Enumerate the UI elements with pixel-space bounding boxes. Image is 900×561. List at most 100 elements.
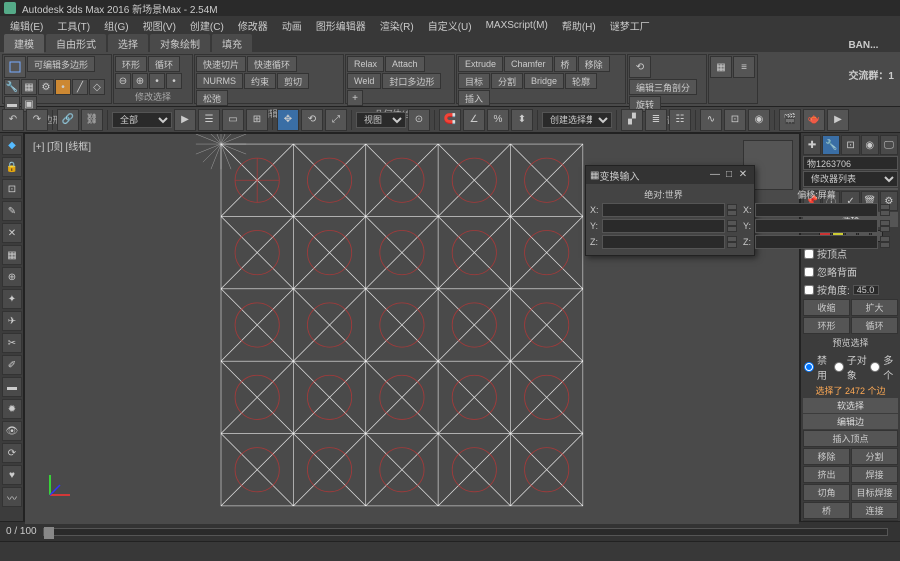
preview-multi-radio[interactable]: [870, 362, 880, 372]
pen-button[interactable]: ✐: [2, 355, 22, 375]
panel-display-tab[interactable]: 🖵: [880, 135, 898, 155]
remove-edge-button[interactable]: 移除: [803, 448, 850, 465]
editable-poly-button[interactable]: [4, 56, 26, 78]
time-slider[interactable]: [43, 528, 888, 536]
off-y-input[interactable]: [755, 219, 878, 233]
abs-x-input[interactable]: [602, 203, 725, 217]
menu-maxscript[interactable]: MAXScript(M): [480, 19, 554, 32]
time-thumb[interactable]: [44, 527, 54, 539]
render-frame-button[interactable]: 🫖: [803, 109, 825, 131]
chamfer-button[interactable]: Chamfer: [504, 56, 553, 72]
grid-button[interactable]: ▦: [2, 245, 22, 265]
ribbon-tab-selection[interactable]: 选择: [108, 34, 148, 53]
scale-button[interactable]: ⤢: [325, 109, 347, 131]
angle-snap-button[interactable]: ∠: [463, 109, 485, 131]
viewport-label[interactable]: [+] [顶] [线框]: [33, 138, 91, 153]
remove-button[interactable]: 移除: [578, 56, 610, 72]
extrude-button[interactable]: Extrude: [458, 56, 503, 72]
constrain-button[interactable]: 约束: [244, 73, 276, 89]
link-button[interactable]: 🔗: [57, 109, 79, 131]
loop-sel-button[interactable]: 循环: [851, 317, 898, 334]
grow-button[interactable]: 扩大: [851, 299, 898, 316]
off-x-input[interactable]: [755, 203, 878, 217]
burst-button[interactable]: ✹: [2, 399, 22, 419]
menu-modifiers[interactable]: 修改器: [232, 17, 274, 34]
menu-animation[interactable]: 动画: [276, 17, 308, 34]
modifier-list-dropdown[interactable]: 修改器列表: [803, 171, 898, 187]
ring-sel-button[interactable]: 环形: [803, 317, 850, 334]
rollout-softsel[interactable]: 软选择: [803, 398, 898, 413]
rollout-editedge[interactable]: 编辑边: [803, 414, 898, 429]
eye-button[interactable]: 👁: [2, 421, 22, 441]
abs-z-input[interactable]: [602, 235, 725, 249]
nurms-button[interactable]: NURMS: [196, 73, 243, 89]
layer-button[interactable]: ☷: [669, 109, 691, 131]
relax-btn[interactable]: 松弛: [196, 90, 228, 106]
move-button[interactable]: ✥: [277, 109, 299, 131]
mirror-button[interactable]: ▞: [621, 109, 643, 131]
by-angle-checkbox[interactable]: [804, 285, 814, 295]
plane-button[interactable]: ✈: [2, 311, 22, 331]
menu-group[interactable]: 组(G): [98, 17, 134, 34]
heart-button[interactable]: ♥: [2, 465, 22, 485]
abs-x-down[interactable]: [727, 210, 737, 216]
schematic-button[interactable]: ⊡: [724, 109, 746, 131]
ribbon-tab-populate[interactable]: 填充: [212, 34, 252, 53]
subdivide-button[interactable]: ▦: [710, 56, 732, 78]
off-x-down[interactable]: [880, 210, 890, 216]
panel-hierarchy-tab[interactable]: ⊡: [841, 135, 859, 155]
quickslice-button[interactable]: 快速切片: [196, 56, 246, 72]
bridge2-button[interactable]: Bridge: [524, 73, 564, 89]
bridge-button[interactable]: 桥: [554, 56, 577, 72]
ribbon-tab-paint[interactable]: 对象绘制: [150, 34, 210, 53]
chamfer-edge-button[interactable]: 切角: [803, 484, 850, 501]
lock-button[interactable]: 🔒: [2, 157, 22, 177]
xform-button[interactable]: ✕: [2, 223, 22, 243]
shrink-button[interactable]: 收缩: [803, 299, 850, 316]
dialog-close-button[interactable]: ✕: [736, 168, 750, 182]
inset-button[interactable]: 插入: [458, 90, 490, 106]
unlink-button[interactable]: ⛓: [81, 109, 103, 131]
extrude-edge-button[interactable]: 挤出: [803, 466, 850, 483]
rotate-button[interactable]: ⟲: [301, 109, 323, 131]
insert-vertex-button[interactable]: 插入顶点: [803, 430, 898, 447]
abs-z-down[interactable]: [727, 242, 737, 248]
off-y-down[interactable]: [880, 226, 890, 232]
shape-button[interactable]: ▬: [2, 377, 22, 397]
menu-help[interactable]: 帮助(H): [556, 17, 602, 34]
coord-system-dropdown[interactable]: 视图: [356, 112, 406, 128]
sub-edge-button[interactable]: ╱: [72, 79, 88, 95]
abs-y-down[interactable]: [727, 226, 737, 232]
rect-select-button[interactable]: ▭: [222, 109, 244, 131]
material-button[interactable]: ◉: [748, 109, 770, 131]
isolate-button[interactable]: ⊡: [2, 179, 22, 199]
connect-button[interactable]: 连接: [851, 502, 898, 519]
quickloop-button[interactable]: 快速循环: [247, 56, 297, 72]
weld-edge-button[interactable]: 焊接: [851, 466, 898, 483]
menu-tools[interactable]: 工具(T): [51, 17, 96, 34]
editable-poly-label[interactable]: 可编辑多边形: [27, 56, 95, 72]
ribbon-tab-modeling[interactable]: 建模: [4, 34, 44, 53]
refresh-button[interactable]: ⟳: [2, 443, 22, 463]
menu-graph[interactable]: 图形编辑器: [310, 17, 372, 34]
angle-input[interactable]: [853, 285, 879, 295]
attach-button[interactable]: Attach: [385, 56, 425, 72]
named-sets-dropdown[interactable]: 创建选择集: [542, 112, 612, 128]
menu-plugin[interactable]: 谜梦工厂: [604, 17, 656, 34]
relax-tool-button[interactable]: Relax: [347, 56, 384, 72]
dialog-restore-button[interactable]: □: [722, 168, 736, 182]
align-tool-button[interactable]: ≣: [645, 109, 667, 131]
align-button[interactable]: ≡: [733, 56, 755, 78]
ribbon-tab-freeform[interactable]: 自由形式: [46, 34, 106, 53]
window-crossing-button[interactable]: ⊞: [246, 109, 268, 131]
target-weld-button[interactable]: 目标焊接: [851, 484, 898, 501]
menu-customize[interactable]: 自定义(U): [422, 17, 478, 34]
create-button[interactable]: +: [347, 90, 363, 106]
pivot-button[interactable]: ⊙: [408, 109, 430, 131]
panel-create-tab[interactable]: ✚: [803, 135, 821, 155]
menu-render[interactable]: 渲染(R): [374, 17, 420, 34]
create-tab-button[interactable]: ◆: [2, 135, 22, 155]
preview-sub-radio[interactable]: [834, 362, 844, 372]
target-button[interactable]: 目标: [458, 73, 490, 89]
topology-button[interactable]: ▦: [21, 79, 37, 95]
